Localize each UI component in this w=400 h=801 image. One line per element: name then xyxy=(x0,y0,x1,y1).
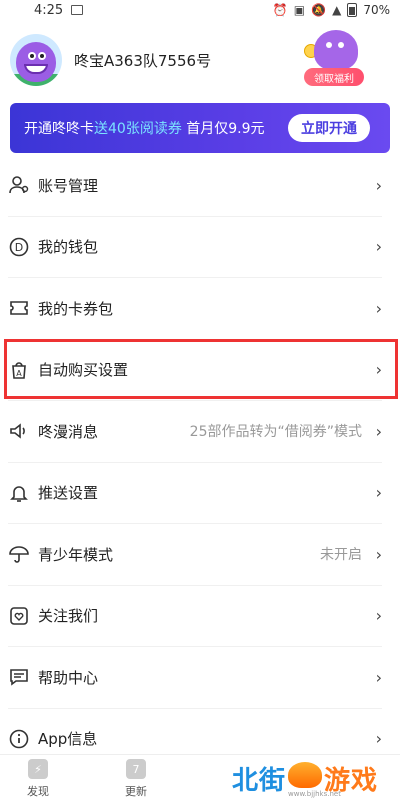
settings-menu: 账号管理 › D 我的钱包 › 我的卡券包 › A 自动购买设置 › 咚漫消息 … xyxy=(0,155,400,770)
banner-text: 开通咚咚卡送40张阅读券 首月仅9.9元 xyxy=(24,121,265,137)
chevron-right-icon: › xyxy=(375,729,382,749)
status-right: ⏰ ▣ 🔕 ▲ 70% xyxy=(273,3,390,17)
svg-text:A: A xyxy=(16,369,22,378)
battery-level: 70% xyxy=(363,3,390,17)
chevron-right-icon: › xyxy=(375,606,382,626)
tab-discover[interactable]: ⚡ 发现 xyxy=(8,759,68,799)
wallet-icon: D xyxy=(8,236,30,258)
messages-value: 25部作品转为“借阅券”模式 xyxy=(189,424,362,441)
image-icon xyxy=(71,5,84,15)
speaker-icon xyxy=(8,420,30,442)
user-manage-icon xyxy=(8,174,30,196)
chevron-right-icon: › xyxy=(375,544,382,564)
ticket-icon xyxy=(8,297,30,319)
menu-item-push[interactable]: 推送设置 › xyxy=(8,463,382,524)
reward-badge[interactable]: 领取福利 xyxy=(300,30,368,90)
chevron-right-icon: › xyxy=(375,483,382,503)
heart-icon xyxy=(8,605,30,627)
discover-icon: ⚡ xyxy=(28,759,48,779)
signal-icon: ▲ xyxy=(332,3,342,17)
reward-button[interactable]: 领取福利 xyxy=(304,68,364,86)
avatar[interactable] xyxy=(10,34,62,86)
mute-icon: 🔕 xyxy=(311,3,327,17)
watermark-url: www.bjjhks.net xyxy=(288,790,341,798)
profile-header: 咚宝A363队7556号 领取福利 xyxy=(0,28,400,98)
username[interactable]: 咚宝A363队7556号 xyxy=(74,50,211,71)
battery-icon xyxy=(347,3,358,17)
tab-updates[interactable]: 7 更新 xyxy=(106,759,166,799)
chevron-right-icon: › xyxy=(375,667,382,687)
chat-icon xyxy=(8,666,30,688)
open-membership-button[interactable]: 立即开通 xyxy=(288,114,370,142)
alarm-icon: ⏰ xyxy=(272,3,288,17)
chevron-right-icon: › xyxy=(375,421,382,441)
status-time: 4:25 xyxy=(34,2,64,18)
menu-item-help[interactable]: 帮助中心 › xyxy=(8,647,382,709)
bell-icon xyxy=(8,482,30,504)
watermark-left: 北街 xyxy=(232,766,287,796)
chevron-right-icon: › xyxy=(375,360,382,380)
chevron-right-icon: › xyxy=(375,175,382,195)
menu-item-account[interactable]: 账号管理 › xyxy=(8,155,382,217)
mascot-icon xyxy=(16,42,56,82)
status-bar: 4:25 ⏰ ▣ 🔕 ▲ 70% xyxy=(0,0,400,20)
menu-item-teen-mode[interactable]: 青少年模式 未开启 › xyxy=(8,524,382,586)
menu-item-auto-buy[interactable]: A 自动购买设置 › xyxy=(8,340,382,401)
menu-item-wallet[interactable]: D 我的钱包 › xyxy=(8,217,382,278)
banner-highlight: 送40张阅读券 xyxy=(94,121,182,137)
svg-text:D: D xyxy=(15,241,23,254)
info-icon xyxy=(8,728,30,750)
menu-item-coupons[interactable]: 我的卡券包 › xyxy=(8,278,382,340)
watermark-logo: 北街 游戏 www.bjjhks.net xyxy=(228,758,400,801)
membership-banner[interactable]: 开通咚咚卡送40张阅读券 首月仅9.9元 立即开通 xyxy=(10,103,390,153)
update-icon: 7 xyxy=(126,759,146,779)
chevron-right-icon: › xyxy=(375,298,382,318)
nfc-icon: ▣ xyxy=(293,3,306,17)
chevron-right-icon: › xyxy=(375,237,382,257)
auto-buy-icon: A xyxy=(8,359,30,381)
teen-mode-value: 未开启 xyxy=(320,547,362,564)
umbrella-icon xyxy=(8,543,30,565)
reward-mascot-icon xyxy=(314,30,358,70)
menu-item-messages[interactable]: 咚漫消息 25部作品转为“借阅券”模式 › xyxy=(8,401,382,463)
watermark-sun-icon xyxy=(288,762,322,788)
menu-item-follow[interactable]: 关注我们 › xyxy=(8,586,382,647)
